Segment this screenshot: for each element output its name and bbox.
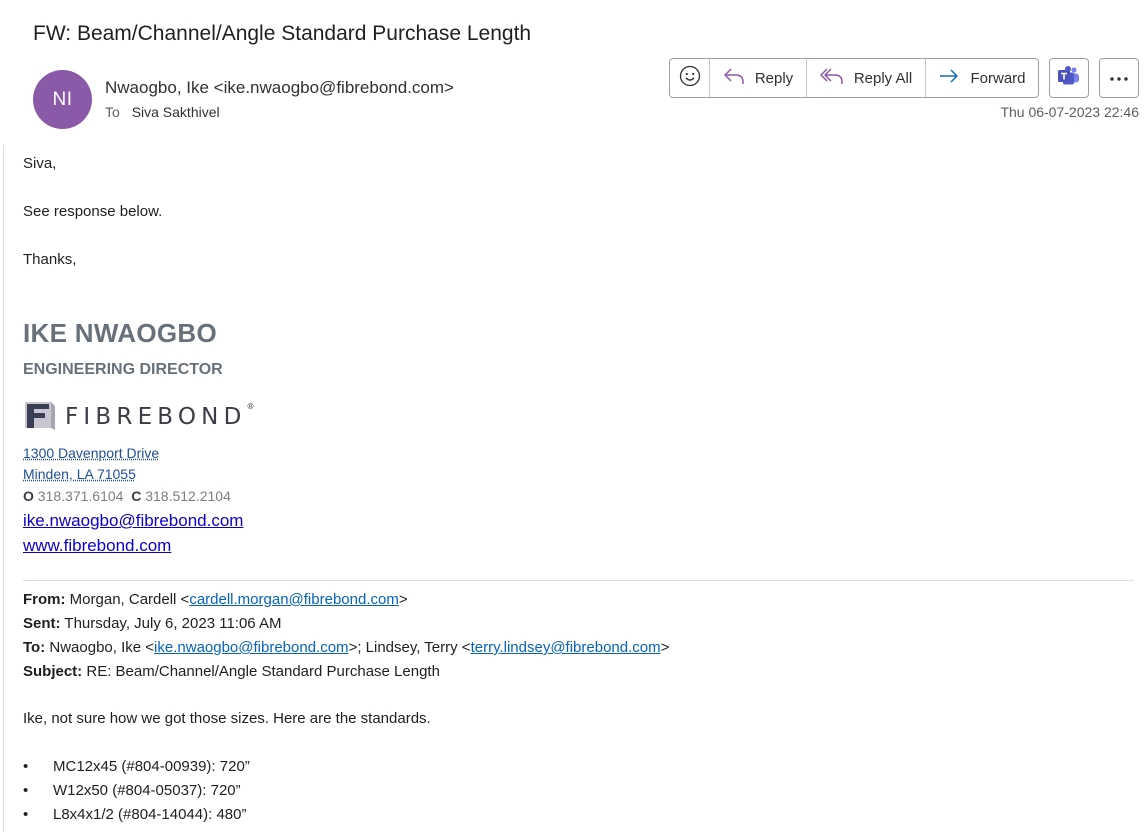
sent-date: Thu 06-07-2023 22:46 <box>1000 104 1139 120</box>
reply-button[interactable]: Reply <box>710 59 807 97</box>
forwarded-subject: Subject: RE: Beam/Channel/Angle Standard… <box>23 663 440 680</box>
recipient-name[interactable]: Siva Sakthivel <box>132 104 220 120</box>
closing: Thanks, <box>23 251 77 268</box>
list-item: • MC12x45 (#804-00939): 720” <box>23 758 250 775</box>
reply-all-icon <box>820 67 844 89</box>
signature-website-link[interactable]: www.fibrebond.com <box>23 536 171 556</box>
forward-label: Forward <box>970 69 1026 87</box>
body-line: See response below. <box>23 203 163 220</box>
to-label: To <box>105 104 120 120</box>
forwarded-to: To: Nwaogbo, Ike <ike.nwaogbo@fibrebond.… <box>23 639 670 656</box>
reply-icon <box>723 67 745 89</box>
forwarded-sent: Sent: Thursday, July 6, 2023 11:06 AM <box>23 615 282 632</box>
phone-numbers: O 318.371.6104 C 318.512.2104 <box>23 488 231 504</box>
to-email-link-1[interactable]: ike.nwaogbo@fibrebond.com <box>154 639 349 656</box>
forwarded-message: Ike, not sure how we got those sizes. He… <box>23 710 431 727</box>
company-logo: FIBREBOND® <box>23 401 255 433</box>
emoji-icon <box>679 65 701 91</box>
fibrebond-logo-icon <box>23 400 55 435</box>
from-email-link[interactable]: cardell.morgan@fibrebond.com <box>189 591 399 608</box>
list-item: • W12x50 (#804-05037): 720” <box>23 782 241 799</box>
forwarded-from: From: Morgan, Cardell <cardell.morgan@fi… <box>23 591 408 608</box>
more-actions-button[interactable] <box>1099 58 1139 98</box>
reply-all-button[interactable]: Reply All <box>807 59 926 97</box>
more-icon <box>1109 69 1129 87</box>
react-button[interactable] <box>670 59 710 97</box>
signature-name: IKE NWAOGBO <box>23 318 217 348</box>
teams-icon <box>1057 65 1081 92</box>
email-subject: FW: Beam/Channel/Angle Standard Purchase… <box>33 22 532 45</box>
avatar[interactable]: NI <box>33 70 92 129</box>
forward-icon <box>938 67 960 89</box>
office-phone: 318.371.6104 <box>37 488 124 504</box>
to-email-link-2[interactable]: terry.lindsey@fibrebond.com <box>471 639 661 656</box>
list-item: • L8x4x1/2 (#804-14044): 480” <box>23 806 247 823</box>
greeting: Siva, <box>23 155 57 172</box>
forward-button[interactable]: Forward <box>926 59 1038 97</box>
forward-divider <box>23 580 1134 581</box>
address-line-1[interactable]: 1300 Davenport Drive <box>23 445 159 461</box>
sender-name[interactable]: Nwaogbo, Ike <ike.nwaogbo@fibrebond.com> <box>105 78 454 98</box>
signature-title: ENGINEERING DIRECTOR <box>23 361 223 378</box>
reply-label: Reply <box>754 69 794 87</box>
address-line-2[interactable]: Minden, LA 71055 <box>23 466 136 482</box>
recipient-line: To Siva Sakthivel <box>105 104 220 120</box>
signature-email-link[interactable]: ike.nwaogbo@fibrebond.com <box>23 511 243 531</box>
logo-wordmark: FIBREBOND® <box>65 402 255 430</box>
cell-phone: 318.512.2104 <box>145 488 231 504</box>
reading-pane-border <box>3 145 4 832</box>
message-actions-toolbar: Reply Reply All Forward <box>669 58 1039 98</box>
reply-all-label: Reply All <box>853 69 913 87</box>
teams-button[interactable] <box>1049 58 1089 98</box>
